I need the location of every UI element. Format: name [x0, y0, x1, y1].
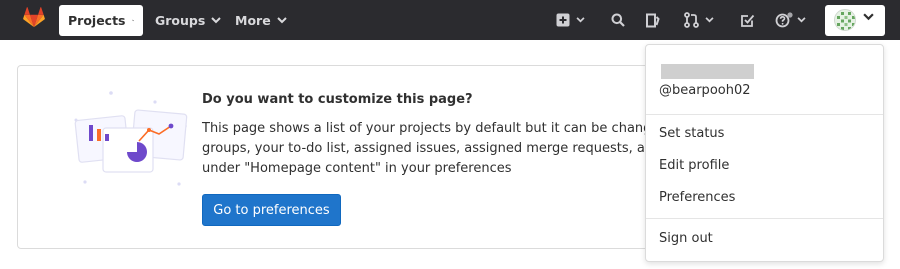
username[interactable]: @bearpooh02: [659, 83, 751, 98]
edit-profile-menu-item[interactable]: Edit profile: [659, 158, 729, 173]
sign-out-menu-item[interactable]: Sign out: [659, 231, 713, 246]
chevron-down-icon: [211, 17, 222, 24]
chevron-down-icon: [276, 17, 287, 24]
set-status-menu-item[interactable]: Set status: [659, 126, 724, 141]
plus-square-icon: [556, 13, 570, 27]
chevron-down-icon: [797, 17, 806, 23]
redacted-full-name: [661, 64, 754, 79]
top-navbar: Projects Groups More: [0, 0, 900, 40]
new-dropdown-button[interactable]: [556, 10, 585, 30]
todo-check-icon: [741, 14, 755, 27]
help-icon: [775, 12, 793, 28]
gitlab-logo-icon[interactable]: [23, 7, 45, 29]
projects-nav-label: Projects: [68, 13, 126, 28]
card-description-line: under "Homepage content" in your prefere…: [202, 161, 512, 176]
more-nav-button[interactable]: More: [235, 5, 287, 36]
search-button[interactable]: [611, 10, 625, 30]
issues-button[interactable]: [645, 10, 660, 30]
identicon-icon: [835, 10, 855, 30]
card-description-line: groups, your to-do list, assigned issues…: [202, 141, 662, 156]
go-to-preferences-button[interactable]: Go to preferences: [202, 194, 341, 226]
user-menu-button[interactable]: [825, 5, 885, 36]
user-dropdown-menu: @bearpooh02 Set status Edit profile Pref…: [645, 44, 884, 262]
more-nav-label: More: [235, 13, 271, 28]
search-icon: [611, 13, 625, 27]
card-description-line: This page shows a list of your projects …: [202, 121, 668, 136]
menu-divider: [646, 114, 883, 115]
menu-divider: [646, 218, 883, 219]
chevron-down-icon: [131, 19, 134, 22]
todo-button[interactable]: [740, 10, 755, 30]
groups-nav-button[interactable]: Groups: [155, 5, 222, 36]
chevron-down-icon: [863, 13, 874, 21]
projects-nav-button[interactable]: Projects: [59, 5, 143, 36]
chevron-down-icon: [576, 17, 585, 23]
avatar: [834, 9, 856, 31]
preferences-menu-item[interactable]: Preferences: [659, 190, 735, 205]
issues-icon: [646, 13, 660, 27]
groups-nav-label: Groups: [155, 13, 206, 28]
card-description: This page shows a list of your projects …: [202, 119, 672, 179]
customize-homepage-illustration-icon: [74, 91, 188, 186]
chevron-down-icon: [705, 17, 714, 23]
merge-requests-dropdown-button[interactable]: [684, 10, 714, 30]
card-title: Do you want to customize this page?: [202, 92, 473, 107]
help-dropdown-button[interactable]: [775, 10, 806, 30]
merge-request-icon: [684, 12, 699, 28]
